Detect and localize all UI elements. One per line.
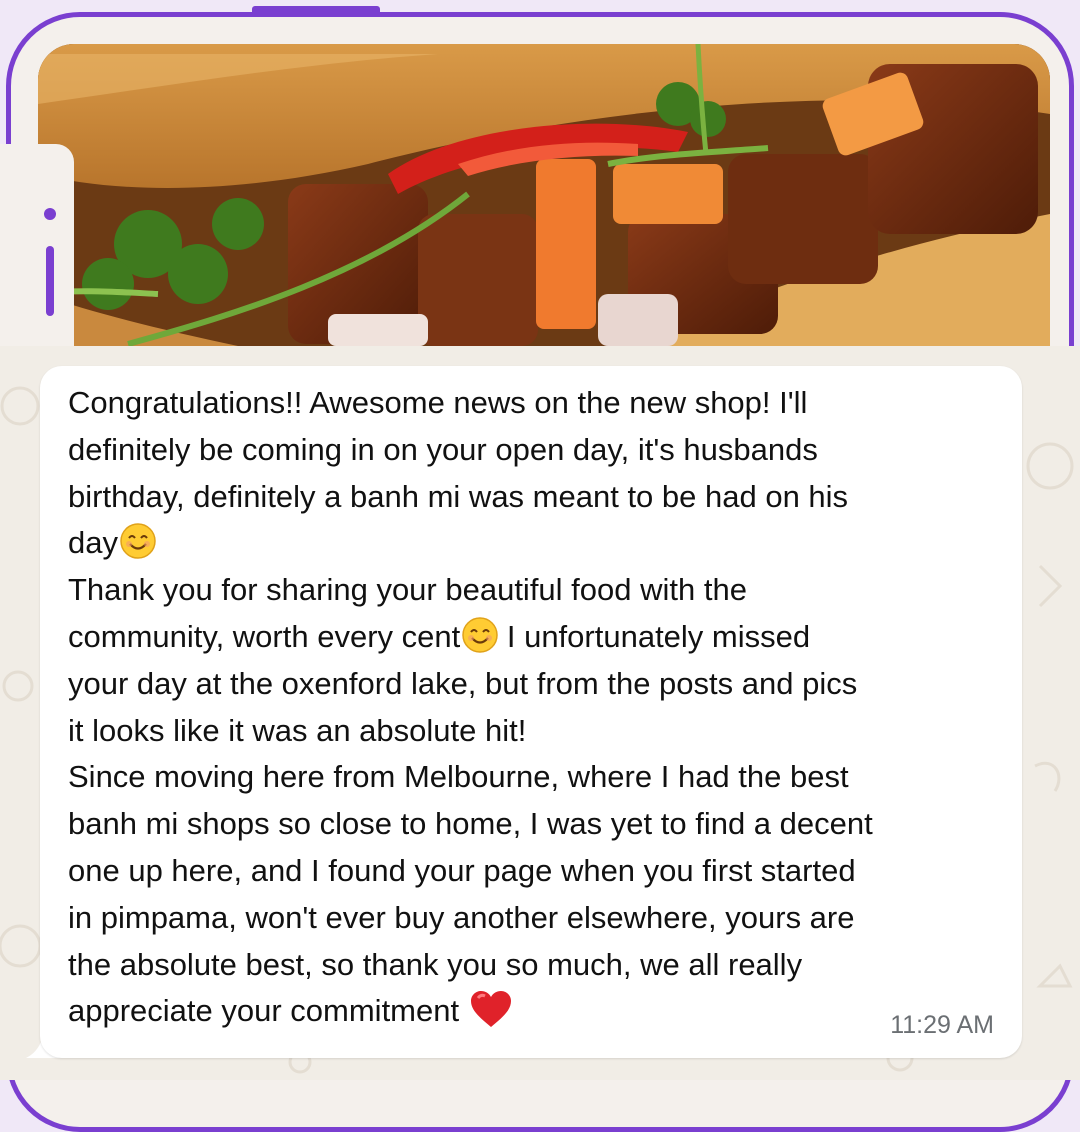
message-line: day xyxy=(68,525,118,561)
message-text: Congratulations!! Awesome news on the ne… xyxy=(68,380,1008,1035)
red-heart-icon xyxy=(471,991,512,1028)
message-line: banh mi shops so close to home, I was ye… xyxy=(68,806,873,842)
side-indicator-bar xyxy=(46,246,54,316)
message-line: I unfortunately missed xyxy=(498,618,811,654)
phone-notch xyxy=(252,6,380,15)
message-paragraph-3: Since moving here from Melbourne, where … xyxy=(68,754,1008,1035)
smiling-face-icon xyxy=(462,617,498,653)
message-paragraph-2: Thank you for sharing your beautiful foo… xyxy=(68,567,1008,754)
message-line: it looks like it was an absolute hit! xyxy=(68,712,527,748)
message-line: your day at the oxenford lake, but from … xyxy=(68,665,858,701)
message-line: appreciate your commitment xyxy=(68,993,460,1029)
banh-mi-illustration xyxy=(38,44,1050,346)
side-indicator-dot xyxy=(44,208,56,220)
side-tab xyxy=(0,144,74,348)
smiling-face-icon xyxy=(120,523,156,560)
message-line: the absolute best, so thank you so much,… xyxy=(68,946,803,982)
message-line: Since moving here from Melbourne, where … xyxy=(68,759,849,795)
message-line: birthday, definitely a banh mi was meant… xyxy=(68,478,849,514)
message-paragraph-1: Congratulations!! Awesome news on the ne… xyxy=(68,380,1008,567)
message-line: community, worth every cent xyxy=(68,618,461,654)
message-line: in pimpama, won't ever buy another elsew… xyxy=(68,899,855,935)
message-line: definitely be coming in on your open day… xyxy=(68,431,818,467)
message-line: one up here, and I found your page when … xyxy=(68,852,856,888)
message-timestamp: 11:29 AM xyxy=(890,1011,994,1039)
message-line: Thank you for sharing your beautiful foo… xyxy=(68,572,747,608)
message-line: Congratulations!! Awesome news on the ne… xyxy=(68,385,808,420)
banh-mi-photo[interactable] xyxy=(38,44,1050,346)
